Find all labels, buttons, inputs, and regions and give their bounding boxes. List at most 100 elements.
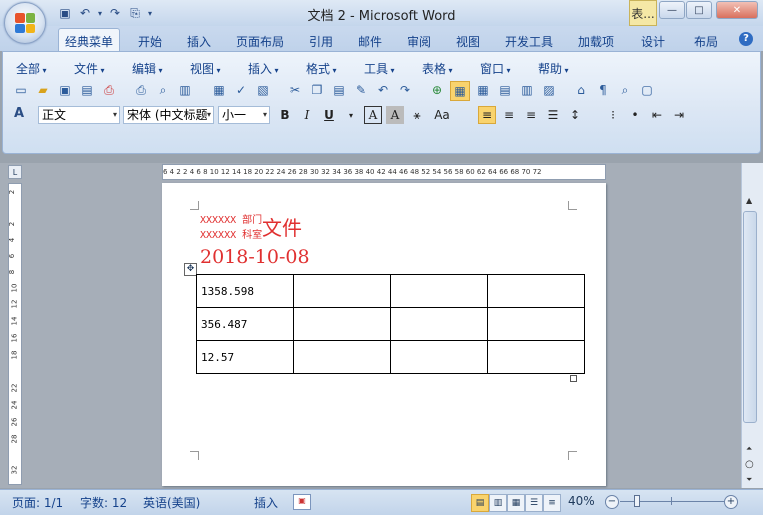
tables-borders-icon[interactable]: ▦ xyxy=(450,81,470,101)
select-browse-object-icon[interactable]: ○ xyxy=(745,459,754,470)
word-count-icon[interactable]: ▧ xyxy=(254,81,272,99)
menu-all[interactable]: 全部 xyxy=(16,60,47,77)
table-cell[interactable] xyxy=(487,307,585,341)
decrease-indent-icon[interactable]: ⇤ xyxy=(648,106,666,124)
draft-view-icon[interactable]: ≡ xyxy=(543,494,561,512)
zoom-level[interactable]: 40% xyxy=(568,494,595,508)
styles-icon[interactable]: A xyxy=(14,106,24,121)
menu-tools[interactable]: 工具 xyxy=(364,60,395,77)
menu-window[interactable]: 窗口 xyxy=(480,60,511,77)
menu-format[interactable]: 格式 xyxy=(306,60,337,77)
outline-view-icon[interactable]: ☰ xyxy=(525,494,543,512)
tab-selector[interactable]: L xyxy=(8,165,22,179)
redo-icon[interactable]: ↷ xyxy=(396,81,414,99)
align-left-icon[interactable]: ≡ xyxy=(478,106,496,124)
char-border-button[interactable]: A xyxy=(364,106,382,124)
tab-review[interactable]: 审阅 xyxy=(407,31,431,51)
char-scale-button[interactable]: Aa xyxy=(430,106,454,124)
open-folder-icon[interactable]: ▰ xyxy=(34,81,52,99)
columns-icon[interactable]: ▥ xyxy=(518,81,536,99)
full-screen-reading-icon[interactable]: ▥ xyxy=(489,494,507,512)
font-combo[interactable]: 宋体 (中文标题 ▾ xyxy=(123,106,214,124)
copy-icon[interactable]: ❐ xyxy=(308,81,326,99)
language-status[interactable]: 英语(美国) xyxy=(143,494,200,511)
scrollbar-thumb[interactable] xyxy=(743,211,757,423)
underline-button[interactable]: U xyxy=(320,106,338,124)
insert-excel-icon[interactable]: ▤ xyxy=(496,81,514,99)
line-spacing-icon[interactable]: ↕ xyxy=(566,106,584,124)
tab-addins[interactable]: 加载项 xyxy=(578,31,614,51)
table-cell[interactable] xyxy=(487,340,585,374)
page-count[interactable]: 页面: 1/1 xyxy=(12,494,63,511)
table-cell[interactable] xyxy=(293,307,391,341)
document-map-icon[interactable]: ⌂ xyxy=(572,81,590,99)
zoom-icon[interactable]: ⌕ xyxy=(616,81,634,99)
table-cell[interactable] xyxy=(390,274,488,308)
show-hide-icon[interactable]: ¶ xyxy=(594,81,612,99)
tab-page-layout[interactable]: 页面布局 xyxy=(236,31,284,51)
align-right-icon[interactable]: ≡ xyxy=(522,106,540,124)
style-combo[interactable]: 正文 ▾ xyxy=(38,106,120,124)
undo-icon[interactable]: ↶ xyxy=(374,81,392,99)
zoom-in-icon[interactable]: + xyxy=(724,495,738,509)
menu-help[interactable]: 帮助 xyxy=(538,60,569,77)
next-page-icon[interactable]: ⏷ xyxy=(746,475,752,485)
char-shading-button[interactable]: A xyxy=(386,106,404,124)
table-cell[interactable] xyxy=(390,307,488,341)
insert-mode[interactable]: 插入 xyxy=(254,494,278,511)
increase-indent-icon[interactable]: ⇥ xyxy=(670,106,688,124)
menu-table[interactable]: 表格 xyxy=(422,60,453,77)
new-document-icon[interactable]: ▭ xyxy=(12,81,30,99)
table-resize-handle[interactable] xyxy=(570,375,577,382)
menu-file[interactable]: 文件 xyxy=(74,60,105,77)
italic-button[interactable]: I xyxy=(298,106,316,124)
print-icon[interactable]: ⎙ xyxy=(132,81,150,99)
full-screen-icon[interactable]: ▢ xyxy=(638,81,656,99)
close-button[interactable]: ✕ xyxy=(716,1,758,19)
insert-table-icon[interactable]: ▦ xyxy=(474,81,492,99)
tab-classic-menu[interactable]: 经典菜单 xyxy=(58,28,121,53)
menu-view[interactable]: 视图 xyxy=(190,60,221,77)
menu-insert[interactable]: 插入 xyxy=(248,60,279,77)
tab-references[interactable]: 引用 xyxy=(309,31,333,51)
zoom-slider-thumb[interactable] xyxy=(634,495,641,507)
numbering-icon[interactable]: ⁝ xyxy=(604,106,622,124)
word-count[interactable]: 字数: 12 xyxy=(80,494,127,511)
zoom-out-icon[interactable]: − xyxy=(605,495,619,509)
vertical-ruler[interactable]: 2 2 4 6 8 10 12 14 16 18 22 24 26 28 32 xyxy=(8,183,22,485)
drawing-icon[interactable]: ▨ xyxy=(540,81,558,99)
cut-icon[interactable]: ✂ xyxy=(286,81,304,99)
table-cell[interactable]: 12.57 xyxy=(196,340,294,374)
table-cell[interactable] xyxy=(293,340,391,374)
document-table[interactable]: 1358.598 356.487 12.57 xyxy=(196,274,585,374)
font-size-combo[interactable]: 小一 ▾ xyxy=(218,106,270,124)
document-date[interactable]: 2018-10-08 xyxy=(200,246,310,268)
spelling-icon[interactable]: ✓ xyxy=(232,81,250,99)
tab-layout[interactable]: 布局 xyxy=(694,31,718,51)
tab-design[interactable]: 设计 xyxy=(641,31,665,51)
table-tools-context-tab[interactable]: 表... xyxy=(629,0,657,26)
office-button[interactable] xyxy=(4,2,46,44)
tab-home[interactable]: 开始 xyxy=(138,31,162,51)
document-heading[interactable]: 文件 xyxy=(262,212,302,241)
help-icon[interactable]: ? xyxy=(739,32,753,46)
permission-icon[interactable]: ▤ xyxy=(78,81,96,99)
tab-developer[interactable]: 开发工具 xyxy=(505,31,553,51)
bold-button[interactable]: B xyxy=(276,106,294,124)
print-preview-icon[interactable]: ⌕ xyxy=(154,81,172,99)
table-cell[interactable]: 356.487 xyxy=(196,307,294,341)
hyperlink-icon[interactable]: ⊕ xyxy=(428,81,446,99)
scroll-up-icon[interactable]: ▲ xyxy=(746,196,752,205)
table-cell[interactable] xyxy=(390,340,488,374)
underline-dropdown-icon[interactable]: ▾ xyxy=(342,106,360,124)
print-layout-view-icon[interactable]: ▤ xyxy=(471,494,489,512)
pdf-icon[interactable]: ⎙ xyxy=(100,81,118,99)
format-painter-icon[interactable]: ✎ xyxy=(352,81,370,99)
menu-edit[interactable]: 编辑 xyxy=(132,60,163,77)
previous-page-icon[interactable]: ⏶ xyxy=(746,444,752,454)
bullets-icon[interactable]: • xyxy=(626,106,644,124)
justify-icon[interactable]: ☰ xyxy=(544,106,562,124)
tab-insert[interactable]: 插入 xyxy=(187,31,211,51)
char-spacing-icon[interactable]: ⚹ xyxy=(408,106,426,124)
table-cell[interactable] xyxy=(293,274,391,308)
